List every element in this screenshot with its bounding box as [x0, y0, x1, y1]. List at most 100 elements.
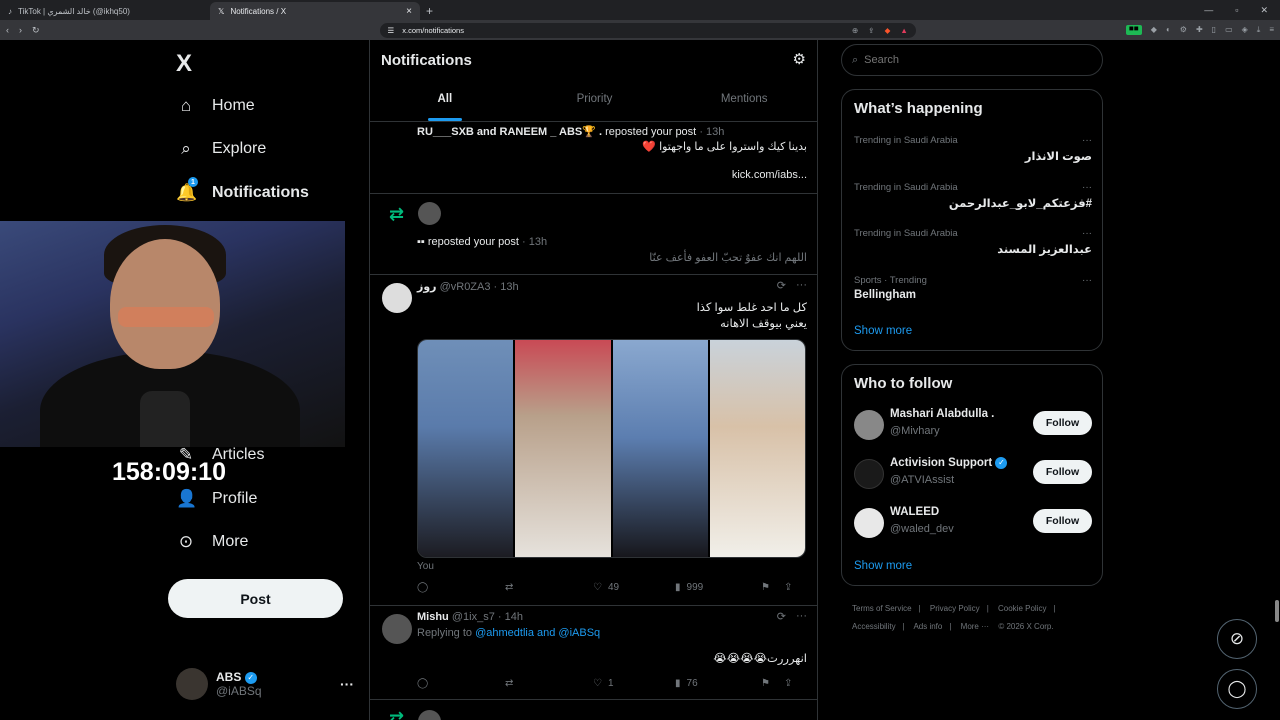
post-time[interactable]: · 14h — [498, 611, 523, 623]
avatar[interactable] — [382, 614, 412, 644]
media-image[interactable] — [418, 340, 514, 557]
share-icon[interactable]: ⇪ — [784, 582, 792, 593]
forward-icon[interactable]: › — [19, 25, 22, 35]
post-item[interactable]: ⇄ — [370, 700, 817, 720]
zoom-icon[interactable]: ⊕ — [852, 26, 858, 35]
avatar[interactable] — [854, 410, 884, 440]
address-bar[interactable]: ☰ x.com/notifications ⊕ ⇪ ◆ ▲ — [379, 22, 916, 38]
post-author-name[interactable]: روز — [417, 281, 437, 293]
like-button[interactable]: ♡ 49 — [593, 582, 675, 593]
views-button[interactable]: ▮ 999 — [675, 582, 761, 593]
show-more-link[interactable]: Show more — [854, 560, 912, 572]
maximize-icon[interactable]: ▫ — [1235, 5, 1238, 15]
grok-icon[interactable]: ⟳ — [777, 279, 786, 292]
more-icon[interactable]: ··· — [1082, 182, 1092, 193]
close-tab-icon[interactable]: × — [406, 6, 412, 17]
media-image[interactable] — [515, 340, 611, 557]
more-icon[interactable]: ··· — [796, 279, 807, 292]
post-time[interactable]: · 13h — [494, 281, 519, 293]
trend-item[interactable]: Sports · Trending ··· Bellingham — [854, 275, 1092, 301]
media-image[interactable] — [612, 340, 708, 557]
site-info-icon[interactable]: ☰ — [388, 26, 395, 35]
sidebar-item-more[interactable]: ⊙ More — [176, 532, 249, 552]
follow-button[interactable]: Follow — [1033, 411, 1092, 435]
sidebar-item-explore[interactable]: ⌕ Explore — [176, 139, 266, 159]
views-button[interactable]: ▮ 76 — [675, 678, 761, 689]
account-switcher[interactable]: ABS ✓ @iABSq — [176, 668, 262, 700]
avatar[interactable] — [854, 508, 884, 538]
back-icon[interactable]: ‹ — [6, 25, 9, 35]
new-tab-button[interactable]: + — [420, 2, 439, 20]
brave-shield-icon[interactable]: ◆ — [885, 26, 891, 35]
footer-link[interactable]: Accessibility — [852, 622, 896, 631]
post-button[interactable]: Post — [168, 579, 343, 618]
sidebar-item-profile[interactable]: 👤 Profile — [176, 489, 257, 509]
notification-users[interactable]: RU___SXB and RANEEM _ ABS🏆 . — [417, 126, 602, 138]
follow-button[interactable]: Follow — [1033, 509, 1092, 533]
follow-suggestion[interactable]: Activision Support ✓ @ATVIAssist Follow — [854, 457, 1092, 491]
share-icon[interactable]: ⇪ — [784, 678, 792, 689]
messages-button[interactable]: ◯ — [1217, 669, 1257, 709]
download-icon[interactable]: ⤓ — [1257, 25, 1261, 35]
post-item[interactable]: روز @vR0ZA3 · 13h ⟳ ··· كل ما احد غلط سو… — [370, 275, 817, 606]
avatar[interactable] — [418, 710, 441, 720]
menu-icon[interactable]: ≡ — [1269, 25, 1274, 35]
repost-icon[interactable]: ⇄ — [505, 678, 593, 689]
scrollbar-thumb[interactable] — [1275, 600, 1279, 622]
suggestion-name[interactable]: WALEED — [890, 506, 939, 518]
extension-badge-icon[interactable]: ◼◼ — [1125, 25, 1142, 35]
post-author-handle[interactable]: @vR0ZA3 — [440, 281, 491, 293]
sidebar-item-home[interactable]: ⌂ Home — [176, 96, 255, 116]
trend-item[interactable]: Trending in Saudi Arabia ··· #فزعتكم_لاب… — [854, 182, 1092, 210]
footer-link[interactable]: Privacy Policy — [930, 604, 980, 613]
trend-item[interactable]: Trending in Saudi Arabia ··· عبدالعزيز ا… — [854, 228, 1092, 256]
replying-to-users[interactable]: @ahmedtlia and @iABSq — [475, 627, 600, 639]
sidebar-item-notifications[interactable]: 🔔 1 Notifications — [176, 177, 309, 203]
browser-tab-tiktok[interactable]: ♪ TikTok | خالد الشمري (@ikhq50) — [0, 2, 210, 20]
brave-rewards-icon[interactable]: ▲ — [900, 26, 907, 35]
extensions-puzzle-icon[interactable]: ✚ — [1196, 25, 1203, 35]
search-input[interactable] — [864, 54, 1085, 66]
minimize-icon[interactable]: — — [1204, 5, 1213, 15]
footer-link[interactable]: Ads info — [913, 622, 942, 631]
suggestion-name[interactable]: Activision Support — [890, 457, 992, 469]
trend-item[interactable]: Trending in Saudi Arabia ··· صوت الانذار — [854, 135, 1092, 163]
bookmark-icon[interactable]: ⚑ — [761, 678, 784, 689]
reload-icon[interactable]: ↻ — [32, 25, 40, 36]
more-icon[interactable]: ··· — [1082, 228, 1092, 239]
follow-button[interactable]: Follow — [1033, 460, 1092, 484]
reply-icon[interactable]: ◯ — [417, 678, 505, 689]
notification-item[interactable]: RU___SXB and RANEEM _ ABS🏆 . reposted yo… — [370, 122, 817, 194]
avatar[interactable] — [418, 202, 441, 225]
more-icon[interactable]: ··· — [796, 610, 807, 623]
extension-icon[interactable]: ⚙ — [1180, 25, 1187, 35]
scrollbar[interactable] — [1274, 40, 1280, 720]
footer-link[interactable]: Terms of Service — [852, 604, 912, 613]
vpn-icon[interactable]: ◈ — [1242, 25, 1248, 35]
footer-link[interactable]: Cookie Policy — [998, 604, 1046, 613]
search-box[interactable]: ⌕ — [841, 44, 1103, 76]
notification-item[interactable]: ⇄ ▪▪ reposted your post · 13h اللهم انك … — [370, 194, 817, 275]
tab-all[interactable]: All — [370, 86, 520, 121]
post-author-handle[interactable]: @1ix_s7 — [452, 611, 495, 623]
account-more-icon[interactable]: ··· — [340, 676, 354, 692]
tab-mentions[interactable]: Mentions — [669, 86, 817, 121]
post-author-name[interactable]: Mishu — [417, 611, 449, 623]
like-button[interactable]: ♡ 1 — [593, 678, 675, 689]
close-window-icon[interactable]: ✕ — [1260, 5, 1268, 16]
gear-icon[interactable]: ⚙ — [793, 50, 806, 68]
post-item[interactable]: Mishu @1ix_s7 · 14h ⟳ ··· Replying to @a… — [370, 606, 817, 700]
extension-icon[interactable]: ◐ — [1166, 25, 1171, 35]
repost-icon[interactable]: ⇄ — [505, 582, 593, 593]
extension-icon[interactable]: ◆ — [1151, 25, 1157, 35]
post-media-grid[interactable] — [417, 339, 806, 558]
show-more-link[interactable]: Show more — [854, 325, 912, 337]
bookmark-icon[interactable]: ⚑ — [761, 582, 784, 593]
follow-suggestion[interactable]: WALEED @waled_dev Follow — [854, 506, 1092, 540]
x-logo-icon[interactable]: X — [176, 50, 192, 78]
tab-priority[interactable]: Priority — [520, 86, 670, 121]
reply-icon[interactable]: ◯ — [417, 582, 505, 593]
browser-tab-notifications[interactable]: 𝕏 Notifications / X × — [210, 2, 420, 20]
more-icon[interactable]: ··· — [1082, 135, 1092, 146]
grok-icon[interactable]: ⟳ — [777, 610, 786, 623]
